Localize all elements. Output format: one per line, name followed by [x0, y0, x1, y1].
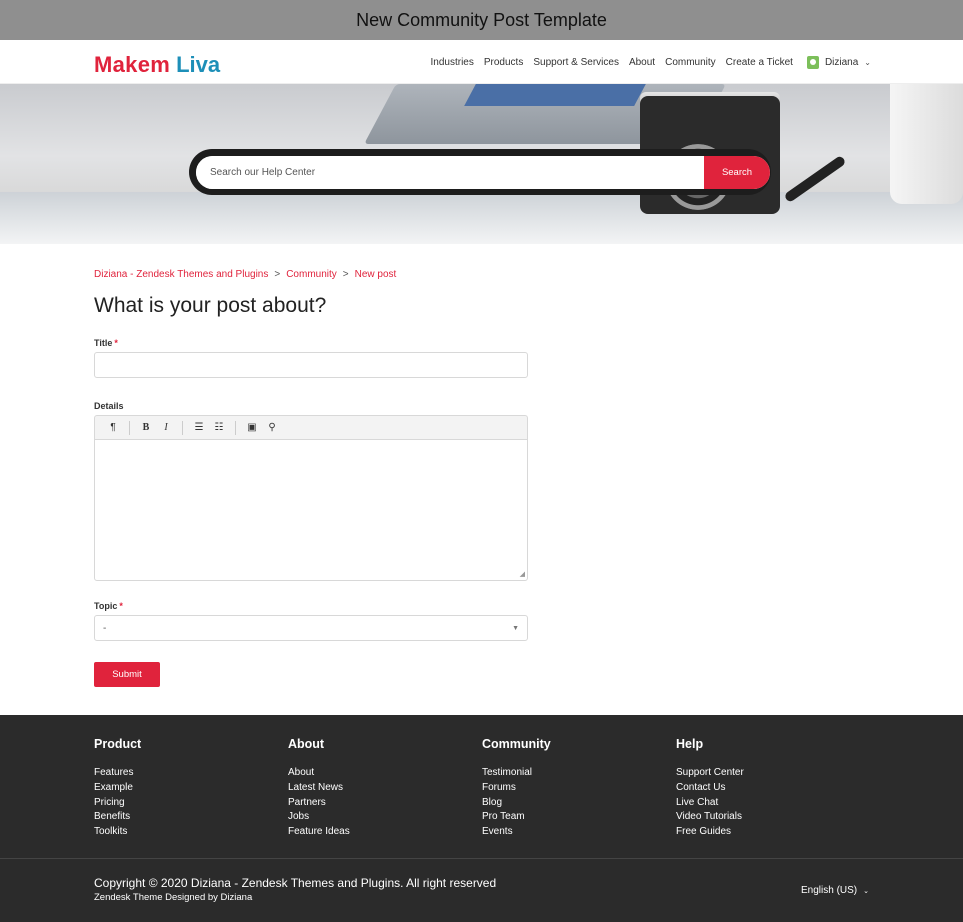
- footer-column-about: About About Latest News Partners Jobs Fe…: [288, 737, 350, 840]
- bullet-list-icon[interactable]: ☰: [189, 422, 209, 433]
- required-mark: *: [114, 338, 118, 348]
- footer-link[interactable]: Example: [94, 781, 141, 796]
- footer-link[interactable]: Events: [482, 825, 551, 840]
- footer-link[interactable]: Free Guides: [676, 825, 744, 840]
- footer-column-community: Community Testimonial Forums Blog Pro Te…: [482, 737, 551, 840]
- paragraph-icon[interactable]: ¶: [103, 422, 123, 433]
- window-title-bar: New Community Post Template: [0, 0, 963, 40]
- link-icon[interactable]: ⚲: [262, 422, 282, 433]
- submit-button[interactable]: Submit: [94, 662, 160, 687]
- footer-link[interactable]: Contact Us: [676, 781, 744, 796]
- select-arrow-icon: ▼: [512, 624, 519, 632]
- copyright-text: Copyright © 2020 Diziana - Zendesk Theme…: [94, 876, 497, 890]
- details-label: Details: [94, 401, 124, 411]
- page-title: What is your post about?: [94, 294, 327, 317]
- breadcrumb: Diziana - Zendesk Themes and Plugins > C…: [94, 269, 396, 280]
- footer-column-title: About: [288, 737, 325, 751]
- title-label-text: Title: [94, 338, 113, 348]
- nav-support-services[interactable]: Support & Services: [533, 57, 619, 68]
- main-nav: Industries Products Support & Services A…: [431, 40, 871, 84]
- required-mark: *: [119, 601, 123, 611]
- breadcrumb-item-new-post[interactable]: New post: [355, 269, 397, 280]
- user-avatar-icon: [806, 55, 819, 69]
- nav-products[interactable]: Products: [484, 57, 523, 68]
- hero-desk-surface: [0, 192, 963, 244]
- topic-select[interactable]: - ▼: [94, 615, 528, 641]
- toolbar-divider: [235, 420, 236, 435]
- nav-about[interactable]: About: [629, 57, 655, 68]
- logo-text-makem: Makem: [94, 52, 171, 77]
- footer-link[interactable]: Benefits: [94, 810, 141, 825]
- footer-column-title: Community: [482, 737, 551, 751]
- bold-button[interactable]: B: [136, 422, 156, 433]
- footer-link[interactable]: Video Tutorials: [676, 810, 744, 825]
- resize-handle-icon[interactable]: ◢: [520, 570, 525, 578]
- hero-mug-image: [890, 84, 963, 204]
- chevron-down-icon: ⌄: [864, 57, 871, 67]
- footer-link[interactable]: Jobs: [288, 810, 350, 825]
- footer-link[interactable]: Pro Team: [482, 810, 551, 825]
- breadcrumb-separator: >: [342, 269, 349, 280]
- title-label: Title *: [94, 338, 118, 348]
- footer-link[interactable]: Blog: [482, 796, 551, 811]
- language-label: English (US): [801, 885, 858, 896]
- user-menu[interactable]: Diziana ⌄: [806, 55, 871, 69]
- footer-column-title: Product: [94, 737, 142, 751]
- hero-laptop-screen: [464, 84, 646, 106]
- footer-link[interactable]: Feature Ideas: [288, 825, 350, 840]
- footer-column-title: Help: [676, 737, 704, 751]
- footer-divider: [0, 858, 963, 859]
- details-editor[interactable]: ◢: [94, 439, 528, 581]
- breadcrumb-item-community[interactable]: Community: [286, 269, 337, 280]
- footer-link[interactable]: Forums: [482, 781, 551, 796]
- search-input[interactable]: [196, 156, 704, 189]
- footer-link[interactable]: Support Center: [676, 766, 744, 781]
- footer-link[interactable]: Live Chat: [676, 796, 744, 811]
- site-footer: Product Features Example Pricing Benefit…: [0, 715, 963, 922]
- details-label-text: Details: [94, 401, 124, 411]
- language-selector[interactable]: English (US) ⌄: [801, 885, 869, 896]
- footer-link[interactable]: Testimonial: [482, 766, 551, 781]
- nav-industries[interactable]: Industries: [431, 57, 474, 68]
- footer-link[interactable]: Pricing: [94, 796, 141, 811]
- footer-link[interactable]: About: [288, 766, 350, 781]
- image-icon[interactable]: ▣: [242, 422, 262, 433]
- toolbar-divider: [182, 420, 183, 435]
- topic-label: Topic *: [94, 601, 123, 611]
- title-input[interactable]: [94, 352, 528, 378]
- footer-link[interactable]: Latest News: [288, 781, 350, 796]
- breadcrumb-separator: >: [274, 269, 281, 280]
- editor-toolbar: ¶ B I ☰ ☷ ▣ ⚲: [94, 415, 528, 439]
- chevron-down-icon: ⌄: [863, 887, 870, 895]
- logo-text-liva: Liva: [176, 52, 221, 77]
- footer-column-product: Product Features Example Pricing Benefit…: [94, 737, 141, 840]
- nav-create-ticket[interactable]: Create a Ticket: [726, 57, 793, 68]
- numbered-list-icon[interactable]: ☷: [209, 422, 229, 433]
- toolbar-divider: [129, 420, 130, 435]
- brand-logo[interactable]: Makem Liva: [94, 48, 220, 78]
- footer-column-help: Help Support Center Contact Us Live Chat…: [676, 737, 744, 840]
- footer-link[interactable]: Toolkits: [94, 825, 141, 840]
- search-bar: Search: [196, 156, 770, 189]
- site-header: Makem Liva Industries Products Support &…: [0, 40, 963, 84]
- footer-link[interactable]: Partners: [288, 796, 350, 811]
- footer-link[interactable]: Features: [94, 766, 141, 781]
- italic-button[interactable]: I: [156, 422, 176, 433]
- search-button[interactable]: Search: [704, 156, 770, 189]
- topic-select-value: -: [103, 622, 107, 634]
- breadcrumb-item-home[interactable]: Diziana - Zendesk Themes and Plugins: [94, 269, 268, 280]
- designed-by-text: Zendesk Theme Designed by Diziana: [94, 892, 253, 903]
- user-name[interactable]: Diziana: [825, 57, 858, 68]
- topic-label-text: Topic: [94, 601, 118, 611]
- nav-community[interactable]: Community: [665, 57, 716, 68]
- window-title: New Community Post Template: [356, 9, 607, 30]
